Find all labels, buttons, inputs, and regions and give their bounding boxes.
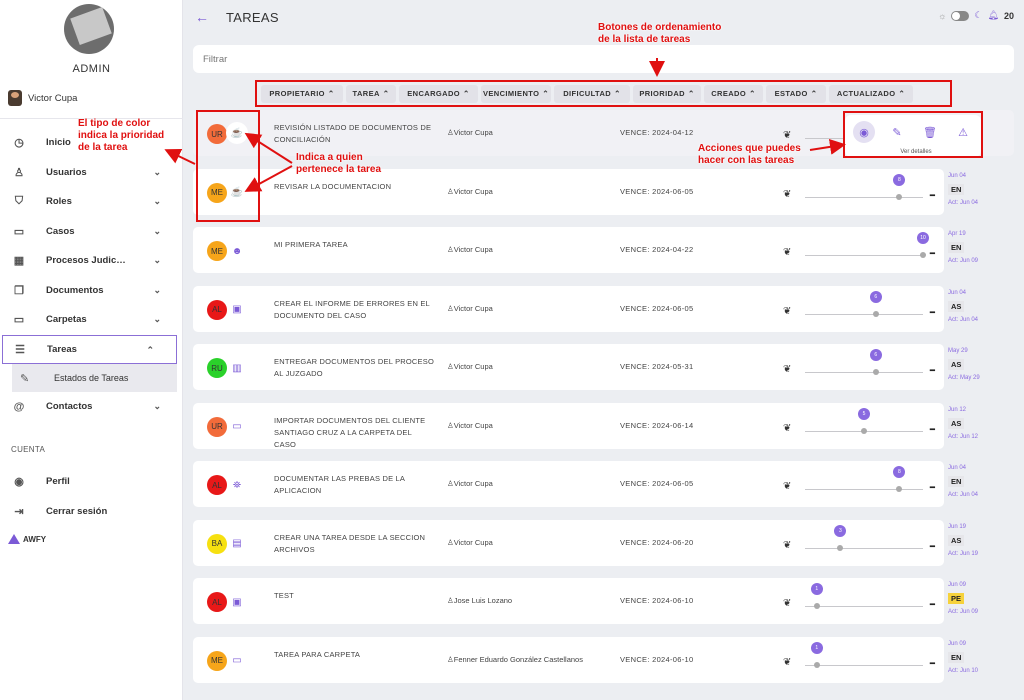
- arrow-owner-2: [244, 165, 293, 192]
- arrow-color: [164, 148, 196, 165]
- annotation-arrows: [164, 58, 846, 192]
- arrow-actions: [809, 138, 846, 155]
- arrow-owner-1: [244, 132, 293, 164]
